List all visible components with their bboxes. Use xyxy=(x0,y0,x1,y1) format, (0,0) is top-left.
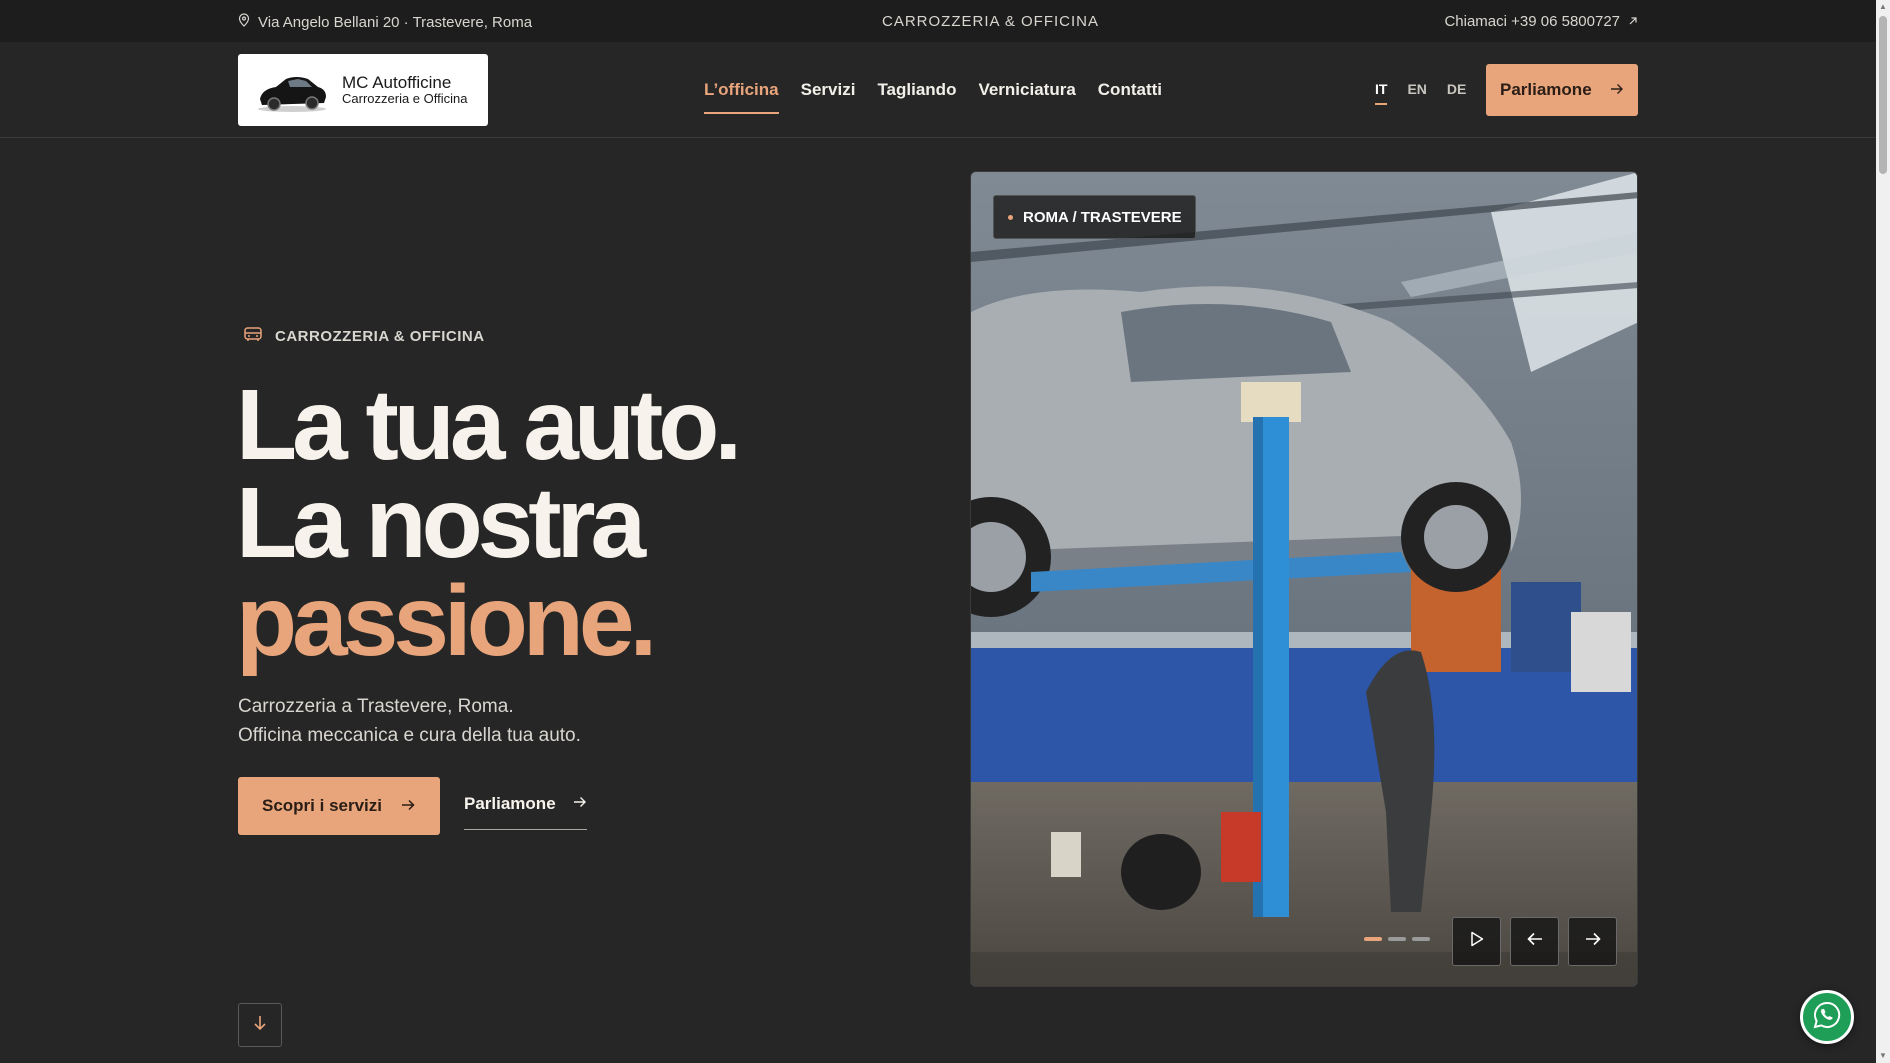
talk-link[interactable]: Parliamone xyxy=(464,794,587,830)
page-scrollbar[interactable]: ▲ ▼ xyxy=(1876,0,1890,1063)
car-logo-icon xyxy=(252,65,332,115)
logo-subtitle: Carrozzeria e Officina xyxy=(342,91,468,107)
language-switcher: IT EN DE xyxy=(1375,81,1466,105)
badge-dot xyxy=(1008,214,1013,220)
main-menu: L’officina Servizi Tagliando Verniciatur… xyxy=(704,80,1162,114)
arrow-right-icon xyxy=(1610,80,1624,100)
nav-item-tagliando[interactable]: Tagliando xyxy=(877,80,956,114)
whatsapp-icon xyxy=(1812,1000,1842,1035)
hero-eyebrow-text: CARROZZERIA & OFFICINA xyxy=(275,327,485,345)
lang-it[interactable]: IT xyxy=(1375,81,1388,105)
talk-link-label: Parliamone xyxy=(464,794,556,813)
slide-indicator-3[interactable] xyxy=(1412,937,1430,941)
nav-item-servizi[interactable]: Servizi xyxy=(801,80,856,114)
headline-line-1: La tua auto. xyxy=(236,369,742,481)
scrollbar-thumb[interactable] xyxy=(1879,16,1887,174)
headline-line-2: La nostra xyxy=(236,467,646,579)
logo-title: MC Autofficine xyxy=(342,72,452,92)
headline-line-3: passione. xyxy=(236,565,657,677)
main-navbar: MC Autofficine Carrozzeria e Officina L’… xyxy=(0,42,1876,138)
services-button-label: Scopri i servizi xyxy=(262,796,382,815)
location-pin-icon xyxy=(238,13,250,31)
arrow-left-icon xyxy=(1526,932,1543,951)
prev-slide-button[interactable] xyxy=(1510,917,1559,966)
nav-item-verniciatura[interactable]: Verniciatura xyxy=(978,80,1075,114)
arrow-right-icon xyxy=(573,794,587,829)
hero-subtitle-line-1: Carrozzeria a Trastevere, Roma. xyxy=(238,696,514,717)
contact-cta-button[interactable]: Parliamone xyxy=(1486,64,1638,116)
nav-item-officina[interactable]: L’officina xyxy=(704,80,779,114)
play-icon xyxy=(1470,931,1484,952)
address: Via Angelo Bellani 20 · Trastevere, Roma xyxy=(238,13,532,31)
top-info-bar: Via Angelo Bellani 20 · Trastevere, Roma… xyxy=(0,0,1876,42)
scroll-up-arrow-icon[interactable]: ▲ xyxy=(1878,2,1888,11)
hero-headline: La tua auto. La nostra passione. xyxy=(236,369,742,677)
hero-subtitle-line-2: Officina meccanica e cura della tua auto… xyxy=(238,725,581,746)
next-slide-button[interactable] xyxy=(1568,917,1617,966)
hero-subtitle: Carrozzeria a Trastevere, Roma. Officina… xyxy=(238,692,581,750)
scroll-down-arrow-icon[interactable]: ▼ xyxy=(1878,1051,1888,1060)
lang-de[interactable]: DE xyxy=(1447,81,1466,105)
site-logo[interactable]: MC Autofficine Carrozzeria e Officina xyxy=(238,54,488,126)
arrow-down-icon xyxy=(253,1015,267,1036)
location-badge: ROMA / TRASTEVERE xyxy=(993,195,1196,239)
hero-eyebrow: CARROZZERIA & OFFICINA xyxy=(243,325,485,347)
logo-text: MC Autofficine Carrozzeria e Officina xyxy=(342,73,467,107)
lang-en[interactable]: EN xyxy=(1407,81,1426,105)
slide-indicator-2[interactable] xyxy=(1388,937,1406,941)
play-button[interactable] xyxy=(1452,917,1501,966)
arrow-right-icon xyxy=(401,796,416,816)
external-arrow-icon xyxy=(1628,13,1638,30)
scroll-down-button[interactable] xyxy=(238,1003,282,1047)
address-text: Via Angelo Bellani 20 · Trastevere, Roma xyxy=(258,13,533,31)
contact-cta-label: Parliamone xyxy=(1500,80,1592,99)
car-icon xyxy=(243,325,263,347)
phone-link[interactable]: Chiamaci +39 06 5800727 xyxy=(1444,13,1638,30)
slide-indicator-1[interactable] xyxy=(1364,937,1382,941)
phone-text: Chiamaci +39 06 5800727 xyxy=(1444,13,1620,30)
workshop-gallery: ROMA / TRASTEVERE xyxy=(970,171,1638,987)
nav-item-contatti[interactable]: Contatti xyxy=(1098,80,1162,114)
workshop-photo xyxy=(971,172,1637,986)
whatsapp-button[interactable] xyxy=(1800,990,1854,1044)
arrow-right-icon xyxy=(1585,932,1601,951)
services-button[interactable]: Scopri i servizi xyxy=(238,777,440,835)
slide-indicators xyxy=(1364,937,1430,941)
top-tagline: CARROZZERIA & OFFICINA xyxy=(882,13,1100,30)
location-badge-text: ROMA / TRASTEVERE xyxy=(1023,208,1182,226)
